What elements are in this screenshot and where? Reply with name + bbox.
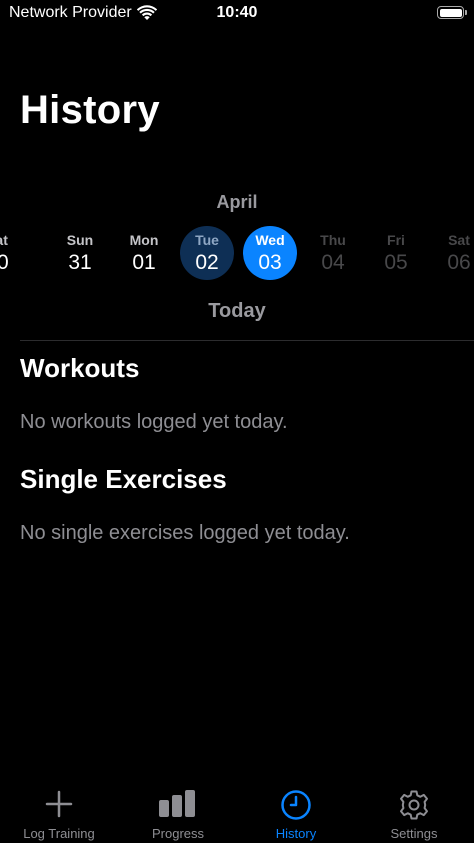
day-name: Thu [320, 232, 346, 248]
battery-icon [437, 6, 467, 19]
day-cell[interactable]: Fri 05 [369, 226, 423, 280]
week-strip[interactable]: Sat 30 Sun 31 Mon 01 Tue 02 Wed 03 Thu 0… [0, 226, 474, 284]
tab-label: Settings [390, 826, 438, 841]
day-name: Sat [448, 232, 470, 248]
day-number: 06 [447, 251, 471, 274]
workouts-heading: Workouts [20, 353, 140, 383]
page-title: History [20, 88, 160, 132]
day-number: 30 [0, 251, 9, 274]
day-number: 04 [321, 251, 345, 274]
day-name: Fri [387, 232, 405, 248]
day-name: Tue [195, 232, 219, 248]
battery-level [439, 8, 462, 17]
tab-bar: Log Training Progress History Settings [0, 783, 474, 843]
battery-tip [465, 10, 467, 15]
tab-label: Progress [151, 826, 205, 841]
tab-history[interactable]: History [237, 783, 355, 843]
day-number: 05 [384, 251, 408, 274]
day-name: Sun [66, 232, 94, 248]
tab-progress[interactable]: Progress [119, 783, 237, 843]
day-cell[interactable]: Sun 31 [53, 226, 107, 280]
tab-settings[interactable]: Settings [355, 783, 473, 843]
tab-label: Log Training [23, 826, 95, 841]
calendar-month: April [216, 192, 258, 212]
gear-icon [400, 790, 428, 820]
day-cell[interactable]: Mon 01 [117, 226, 171, 280]
day-cell[interactable]: Sat 30 [0, 226, 24, 280]
day-cell[interactable]: Sat 06 [432, 226, 474, 280]
selected-day-label: Today [208, 300, 266, 322]
day-name: Mon [129, 232, 159, 248]
day-cell[interactable]: Thu 04 [306, 226, 360, 280]
single-exercises-empty-message: No single exercises logged yet today. [20, 522, 350, 544]
workouts-empty-message: No workouts logged yet today. [20, 411, 288, 433]
day-number: 31 [68, 251, 92, 274]
single-exercises-heading: Single Exercises [20, 464, 227, 494]
day-number: 02 [195, 251, 219, 274]
status-time: 10:40 [216, 4, 258, 21]
plus-icon [45, 790, 73, 818]
clock-icon [281, 790, 311, 820]
day-cell[interactable]: Tue 02 [180, 226, 234, 280]
tab-log-training[interactable]: Log Training [0, 783, 118, 843]
divider [20, 340, 474, 341]
day-name: Wed [255, 232, 285, 248]
status-bar: Network Provider 10:40 [0, 0, 474, 26]
day-cell[interactable]: Wed 03 [243, 226, 297, 280]
tab-label: History [275, 826, 317, 841]
day-number: 01 [132, 251, 156, 274]
day-name: Sat [0, 232, 8, 248]
bar-chart-icon [159, 790, 195, 817]
day-number: 03 [258, 251, 282, 274]
